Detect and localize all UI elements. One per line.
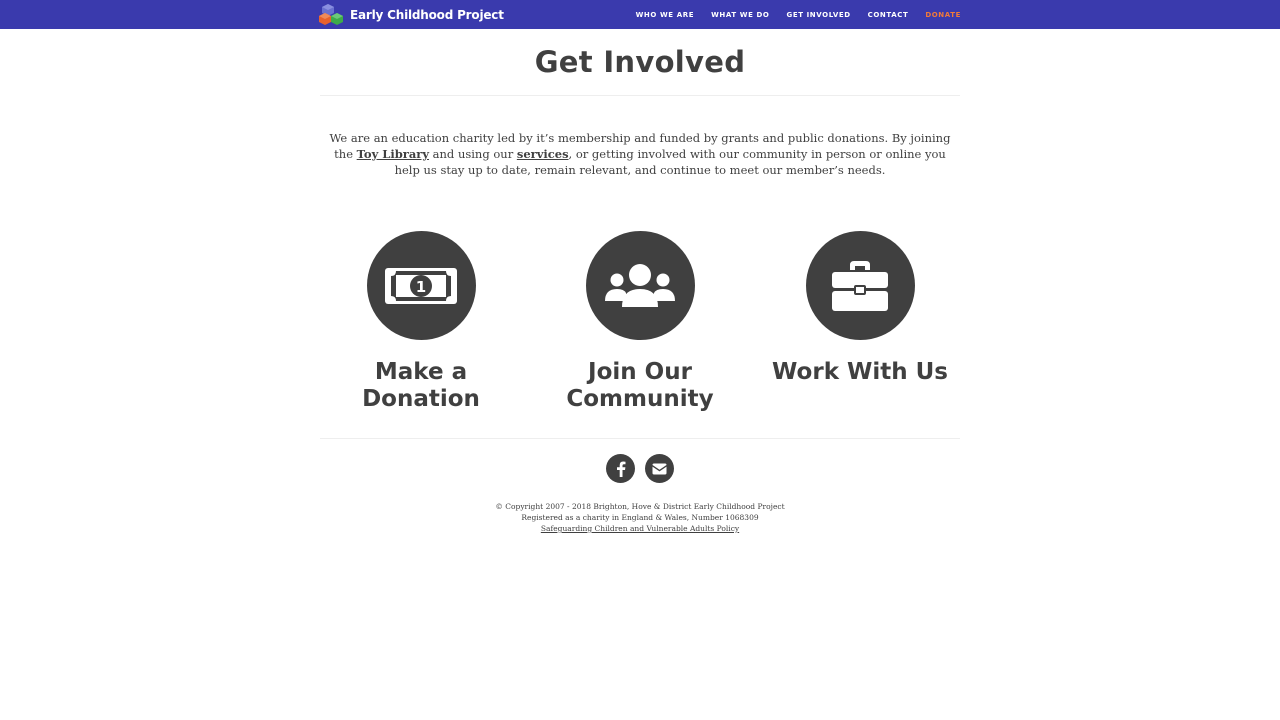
copyright-text: © Copyright 2007 - 2018 Brighton, Hove &…: [495, 502, 785, 511]
envelope-icon: [652, 463, 667, 474]
community-circle: [585, 231, 695, 340]
footer-divider: [320, 438, 960, 439]
intro-part2: and using our: [429, 147, 517, 161]
toy-library-link[interactable]: Toy Library: [357, 147, 429, 161]
join-community-card[interactable]: Join Our Community: [545, 231, 735, 412]
nav-who-we-are[interactable]: WHO WE ARE: [636, 11, 695, 19]
nav-what-we-do[interactable]: WHAT WE DO: [711, 11, 769, 19]
charity-number-text: Registered as a charity in England & Wal…: [521, 513, 759, 522]
page-title: Get Involved: [534, 45, 746, 79]
briefcase-icon: [832, 260, 888, 311]
cubes-logo-icon: [319, 3, 343, 25]
work-circle: [805, 231, 915, 340]
facebook-icon: [616, 461, 625, 477]
donation-title: Make a Donation: [362, 359, 480, 412]
nav-contact[interactable]: CONTACT: [868, 11, 909, 19]
brand-link[interactable]: Early Childhood Project: [319, 3, 504, 26]
main-nav: WHO WE ARE WHAT WE DO GET INVOLVED CONTA…: [636, 0, 961, 29]
community-title: Join Our Community: [566, 359, 714, 412]
brand-name: Early Childhood Project: [350, 7, 504, 22]
title-divider: [320, 95, 960, 96]
intro-text: We are an education charity led by it’s …: [322, 130, 958, 178]
safeguarding-policy-link[interactable]: Safeguarding Children and Vulnerable Adu…: [541, 524, 739, 533]
donation-circle: 1: [366, 231, 476, 340]
work-title: Work With Us: [772, 359, 948, 385]
money-bill-icon: 1: [385, 267, 457, 304]
nav-donate[interactable]: DONATE: [925, 11, 961, 19]
work-with-us-card[interactable]: Work With Us: [765, 231, 955, 386]
facebook-button[interactable]: [606, 454, 635, 483]
social-links: [0, 454, 1280, 483]
users-icon: [605, 263, 675, 307]
footer: © Copyright 2007 - 2018 Brighton, Hove &…: [0, 501, 1280, 534]
services-link[interactable]: services: [517, 147, 569, 161]
make-donation-card[interactable]: 1 Make a Donation: [326, 231, 516, 412]
nav-get-involved[interactable]: GET INVOLVED: [786, 11, 850, 19]
email-button[interactable]: [645, 454, 674, 483]
svg-text:1: 1: [416, 278, 426, 296]
top-navbar: Early Childhood Project WHO WE ARE WHAT …: [0, 0, 1280, 29]
